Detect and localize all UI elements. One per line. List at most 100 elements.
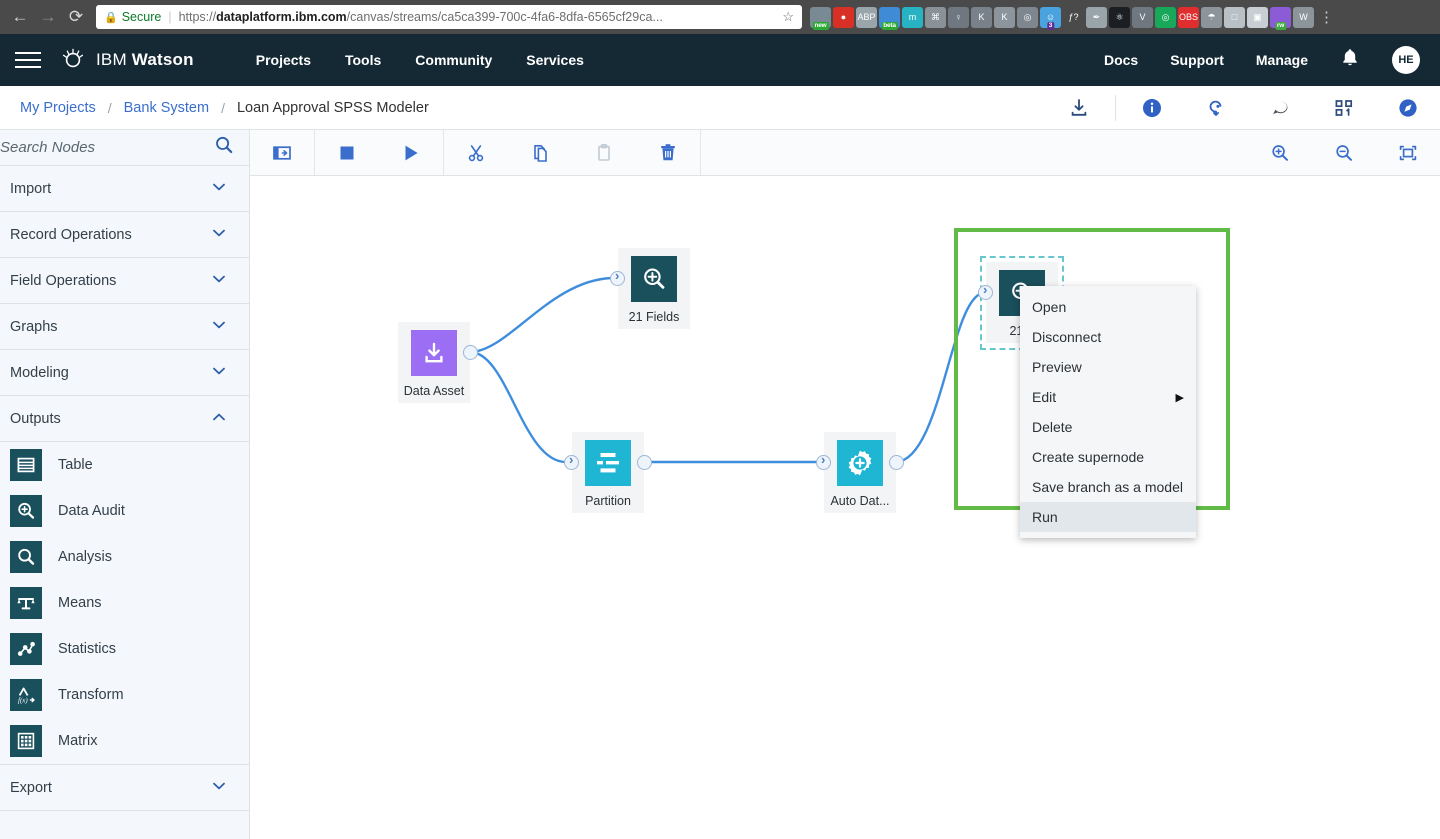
search-icon[interactable] (213, 134, 235, 161)
category-field-operations[interactable]: Field Operations (0, 258, 249, 304)
trash-icon[interactable] (636, 130, 700, 175)
avatar[interactable]: HE (1392, 46, 1420, 74)
node-input-port[interactable] (978, 282, 993, 300)
ctx-create-supernode[interactable]: Create supernode (1020, 442, 1196, 472)
search-input[interactable] (0, 139, 213, 156)
nodes-palette-icon[interactable] (1312, 86, 1376, 130)
category-export[interactable]: Export (0, 765, 249, 811)
zoom-out-button[interactable] (1312, 130, 1376, 175)
palette-node-matrix[interactable]: Matrix (0, 718, 249, 764)
nav-community[interactable]: Community (415, 52, 492, 68)
nav-tools[interactable]: Tools (345, 52, 381, 68)
back-arrow-icon[interactable]: ← (6, 3, 34, 31)
palette-node-statistics[interactable]: Statistics (0, 626, 249, 672)
nav-services[interactable]: Services (526, 52, 584, 68)
ext-react[interactable]: ⚛ (1109, 6, 1130, 28)
ext-abp[interactable]: ABP (856, 6, 877, 28)
navigator-icon[interactable] (1376, 86, 1440, 130)
category-label: Export (10, 779, 52, 796)
canvas-toolbar (250, 130, 1440, 176)
palette-node-table[interactable]: Table (0, 442, 249, 488)
ext-film[interactable]: ⌘ (925, 6, 946, 28)
ext-pin[interactable]: ♀ (948, 6, 969, 28)
palette-node-data-audit[interactable]: Data Audit (0, 488, 249, 534)
info-icon[interactable] (1120, 86, 1184, 130)
palette-node-means[interactable]: Means (0, 580, 249, 626)
ext-ghost[interactable]: ☺ 3 (1040, 6, 1061, 30)
node-input-port[interactable] (610, 268, 625, 286)
ext-note[interactable]: □ (1224, 6, 1245, 28)
star-icon[interactable]: ☆ (774, 9, 794, 25)
ext-screen[interactable]: ▣ (1247, 6, 1268, 28)
ctx-disconnect[interactable]: Disconnect (1020, 322, 1196, 352)
ext-m[interactable]: m (902, 6, 923, 28)
ctx-edit[interactable]: Edit ▶ (1020, 382, 1196, 412)
ctx-run[interactable]: Run (1020, 502, 1196, 532)
palette-node-analysis[interactable]: Analysis (0, 534, 249, 580)
nav-support[interactable]: Support (1170, 52, 1224, 68)
breadcrumb-item-1[interactable]: Bank System (124, 100, 209, 116)
node-output-port[interactable] (463, 345, 478, 360)
annotation-icon[interactable] (1248, 86, 1312, 130)
copy-pages-icon[interactable] (508, 130, 572, 175)
node-input-port[interactable] (816, 452, 831, 470)
statistics-network-icon (10, 633, 42, 665)
ctx-open[interactable]: Open (1020, 292, 1196, 322)
breadcrumb-item-0[interactable]: My Projects (20, 100, 96, 116)
ctx-delete[interactable]: Delete (1020, 412, 1196, 442)
category-import[interactable]: Import (0, 166, 249, 212)
ext-v[interactable]: V (1132, 6, 1153, 28)
nav-projects[interactable]: Projects (256, 52, 311, 68)
scissors-icon[interactable] (444, 130, 508, 175)
kebab-menu-icon[interactable]: ⋮ (1319, 10, 1334, 25)
bell-icon[interactable] (1340, 47, 1360, 73)
svg-text:f(x): f(x) (18, 696, 28, 704)
node-output-port[interactable] (637, 455, 652, 470)
canvas-node-partition[interactable]: Partition (564, 432, 652, 513)
ext-umbrella[interactable]: ☂ (1201, 6, 1222, 28)
comment-history-icon[interactable] (1184, 86, 1248, 130)
ext-new[interactable]: new (810, 6, 831, 30)
canvas-node-auto-data-prep[interactable]: Auto Dat... (816, 432, 904, 513)
category-modeling[interactable]: Modeling (0, 350, 249, 396)
context-menu-label: Edit (1032, 389, 1057, 405)
flow-canvas[interactable]: Data Asset 21 Fields › Partition › Auto … (250, 176, 1440, 839)
canvas-node-data-audit-top[interactable]: 21 Fields (610, 248, 690, 329)
ext-beta[interactable]: beta (879, 6, 900, 30)
address-bar[interactable]: 🔒 Secure | https://dataplatform.ibm.com/… (96, 5, 802, 29)
ext-obs[interactable]: OBS (1178, 6, 1199, 28)
ctx-save-branch[interactable]: Save branch as a model (1020, 472, 1196, 502)
ctx-preview[interactable]: Preview (1020, 352, 1196, 382)
play-triangle-icon[interactable] (379, 130, 443, 175)
toggle-palette-button[interactable] (250, 130, 314, 175)
canvas-node-data-asset[interactable]: Data Asset (398, 322, 478, 403)
context-menu-label: Open (1032, 299, 1067, 315)
node-context-menu[interactable]: Open Disconnect Preview Edit ▶ Delete Create s… (1020, 286, 1196, 538)
category-graphs[interactable]: Graphs (0, 304, 249, 350)
brand[interactable]: IBM Watson (60, 45, 194, 76)
workspace: Import Record Operations Field Operations G… (0, 130, 1440, 839)
reload-icon[interactable]: ⟳ (62, 3, 90, 31)
nav-docs[interactable]: Docs (1104, 52, 1138, 68)
node-input-port[interactable] (564, 452, 579, 470)
download-icon[interactable] (1047, 86, 1111, 130)
ext-k-light[interactable]: K (971, 6, 992, 28)
category-record-operations[interactable]: Record Operations (0, 212, 249, 258)
nav-manage[interactable]: Manage (1256, 52, 1308, 68)
zoom-in-button[interactable] (1248, 130, 1312, 175)
ext-shield[interactable]: ● (833, 6, 854, 28)
ext-pen[interactable]: ✒ (1086, 6, 1107, 28)
ext-k[interactable]: K (994, 6, 1015, 28)
ext-w[interactable]: W (1293, 6, 1314, 28)
ext-target[interactable]: ◎ (1155, 6, 1176, 28)
category-outputs[interactable]: Outputs (0, 396, 249, 442)
node-output-port[interactable] (889, 455, 904, 470)
stop-button[interactable] (315, 130, 379, 175)
fit-to-screen-icon[interactable] (1376, 130, 1440, 175)
forward-arrow-icon[interactable]: → (34, 3, 62, 31)
ext-rw[interactable]: rw (1270, 6, 1291, 30)
hamburger-menu-icon[interactable] (0, 52, 56, 68)
palette-node-transform[interactable]: f(x) Transform (0, 672, 249, 718)
ext-circle[interactable]: ◎ (1017, 6, 1038, 28)
ext-integral[interactable]: ƒ? (1063, 6, 1084, 28)
